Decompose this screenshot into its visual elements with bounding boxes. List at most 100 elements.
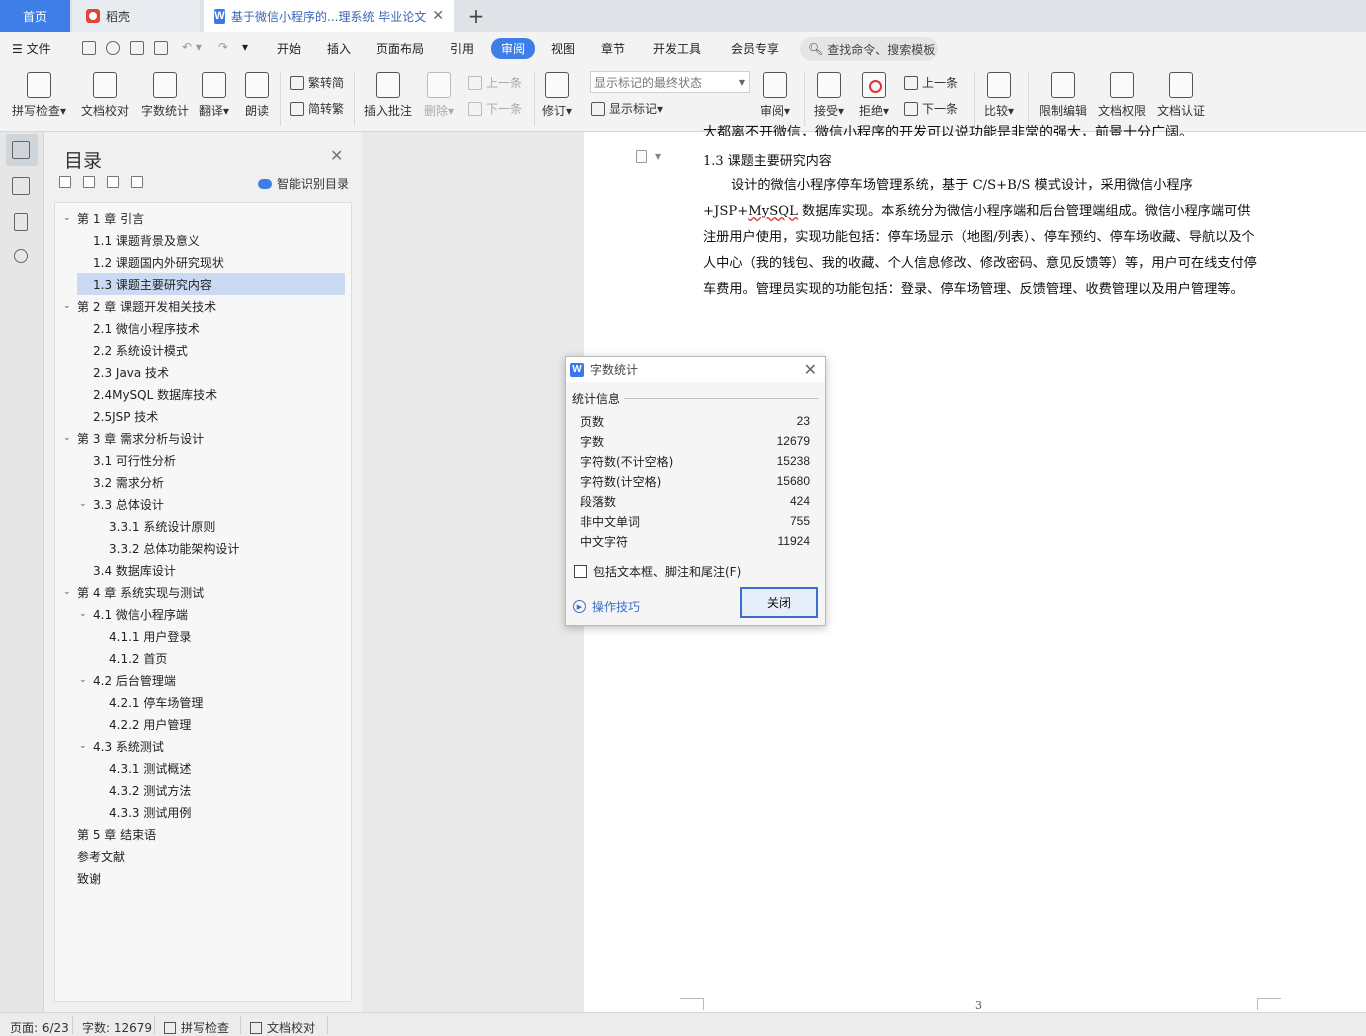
toc-item[interactable]: 致谢 (63, 867, 101, 889)
show-markup-button[interactable]: 显示标记▾ (591, 100, 663, 117)
toc-item[interactable]: 4.2.2 用户管理 (95, 713, 191, 735)
toc-item[interactable]: 4.1.1 用户登录 (95, 625, 191, 647)
next-change-button[interactable]: 下一条 (904, 100, 958, 117)
dialog-titlebar[interactable]: W 字数统计 (566, 357, 825, 382)
track-changes-button[interactable]: 修订▾ (542, 72, 572, 119)
toc-item[interactable]: 4.3.3 测试用例 (95, 801, 191, 823)
new-tab-button[interactable]: + (462, 0, 490, 32)
toc-item[interactable]: 2.2 系统设计模式 (79, 339, 188, 361)
toc-item[interactable]: 第 5 章 结束语 (63, 823, 156, 845)
toc-item[interactable]: ⌄ 第 3 章 需求分析与设计 (63, 427, 204, 449)
next-comment-button[interactable]: 下一条 (468, 100, 522, 117)
translate-button[interactable]: 翻译▾ (199, 72, 229, 119)
print-preview-icon[interactable] (154, 41, 168, 55)
doc-permission-button[interactable]: 文档权限 (1098, 72, 1146, 119)
expand-toggle-icon[interactable]: ⌄ (63, 587, 77, 597)
tab-home[interactable]: 首页 (0, 0, 70, 32)
review-pane-button[interactable]: 审阅▾ (760, 72, 790, 119)
prev-change-button[interactable]: 上一条 (904, 74, 958, 91)
toc-item[interactable]: 4.3.1 测试概述 (95, 757, 191, 779)
word-count-indicator[interactable]: 字数: 12679 (82, 1019, 152, 1036)
toc-item[interactable]: ⌄ 4.2 后台管理端 (79, 669, 176, 691)
tips-link[interactable]: ▶ 操作技巧 (573, 598, 640, 615)
markup-state-select[interactable]: 显示标记的最终状态 ▼ (590, 71, 750, 93)
toc-item[interactable]: 2.1 微信小程序技术 (79, 317, 200, 339)
compare-button[interactable]: 比较▾ (984, 72, 1014, 119)
toc-item[interactable]: ⌄ 第 2 章 课题开发相关技术 (63, 295, 216, 317)
remove-item-icon[interactable] (131, 176, 143, 188)
reject-button[interactable]: 拒绝▾ (859, 72, 889, 119)
smart-toc-button[interactable]: 智能识别目录 (258, 175, 349, 192)
expand-toggle-icon[interactable]: ⌄ (63, 213, 77, 223)
collapse-all-icon[interactable] (59, 176, 71, 188)
toc-item[interactable]: 2.3 Java 技术 (79, 361, 169, 383)
menu-references[interactable]: 引用 (450, 40, 474, 57)
paragraph-marker-dropdown-icon[interactable]: ▼ (655, 152, 661, 161)
expand-toggle-icon[interactable]: ⌄ (63, 433, 77, 443)
include-textbox-footnotes-checkbox[interactable]: 包括文本框、脚注和尾注(F) (574, 563, 741, 580)
trad-to-simp-button[interactable]: 繁转简 (290, 74, 344, 91)
expand-toggle-icon[interactable]: ⌄ (79, 675, 93, 685)
add-item-icon[interactable] (107, 176, 119, 188)
close-tab-icon[interactable]: ✕ (432, 8, 444, 24)
menu-chapter[interactable]: 章节 (601, 40, 625, 57)
undo-icon[interactable]: ↶ ▾ (182, 40, 202, 54)
expand-toggle-icon[interactable]: ⌄ (63, 301, 77, 311)
menu-view[interactable]: 视图 (551, 40, 575, 57)
toc-item[interactable]: 3.3.1 系统设计原则 (95, 515, 215, 537)
output-icon[interactable] (106, 41, 120, 55)
menu-review[interactable]: 审阅 (491, 38, 536, 59)
paragraph-marker-icon[interactable] (636, 150, 647, 163)
expand-toggle-icon[interactable]: ⌄ (79, 499, 93, 509)
file-menu[interactable]: ☰ 文件 (12, 40, 51, 57)
prev-comment-button[interactable]: 上一条 (468, 74, 522, 91)
customize-quick-access-icon[interactable]: ▾ (242, 40, 248, 54)
command-search-input[interactable]: 🔍︎ 查找命令、搜索模板 (800, 37, 938, 61)
toc-item[interactable]: 参考文献 (63, 845, 125, 867)
toc-item[interactable]: 2.5JSP 技术 (79, 405, 158, 427)
dialog-close-button[interactable]: 关闭 (740, 587, 818, 618)
menu-start[interactable]: 开始 (277, 40, 301, 57)
menu-insert[interactable]: 插入 (327, 40, 351, 57)
toc-item[interactable]: 4.3.2 测试方法 (95, 779, 191, 801)
toc-item[interactable]: 4.2.1 停车场管理 (95, 691, 203, 713)
word-count-button[interactable]: 字数统计 (141, 72, 189, 119)
chapter-nav-icon[interactable] (12, 177, 30, 195)
dialog-close-icon[interactable]: ✕ (804, 360, 817, 379)
expand-toggle-icon[interactable]: ⌄ (79, 609, 93, 619)
toc-item[interactable]: 3.2 需求分析 (79, 471, 164, 493)
toc-item[interactable]: 2.4MySQL 数据库技术 (79, 383, 217, 405)
doc-proof-button[interactable]: 文档校对 (81, 72, 129, 119)
toc-item[interactable]: ⌄ 3.3 总体设计 (79, 493, 164, 515)
expand-level-icon[interactable] (83, 176, 95, 188)
toc-item[interactable]: 3.3.2 总体功能架构设计 (95, 537, 239, 559)
status-doc-proof-button[interactable]: 文档校对 (250, 1019, 315, 1036)
tab-daoke[interactable]: 稻壳 (72, 0, 200, 32)
redo-icon[interactable]: ↷ (218, 40, 228, 54)
toc-item[interactable]: ⌄ 第 4 章 系统实现与测试 (63, 581, 204, 603)
toc-item[interactable]: 1.3 课题主要研究内容 (77, 273, 345, 295)
tab-document[interactable]: W 基于微信小程序的...理系统 毕业论文 ✕ (204, 0, 454, 32)
toc-panel-icon[interactable] (12, 141, 30, 159)
page-indicator[interactable]: 页面: 6/23 (10, 1019, 69, 1036)
read-aloud-button[interactable]: 朗读 (245, 72, 269, 119)
toc-item[interactable]: 4.1.2 首页 (95, 647, 167, 669)
print-icon[interactable] (130, 41, 144, 55)
close-icon[interactable]: ✕ (330, 146, 343, 165)
menu-member[interactable]: 会员专享 (731, 40, 779, 57)
expand-toggle-icon[interactable]: ⌄ (79, 741, 93, 751)
checkbox-box[interactable] (574, 565, 587, 578)
save-icon[interactable] (82, 41, 96, 55)
find-icon[interactable] (14, 249, 28, 263)
toc-item[interactable]: 1.1 课题背景及意义 (79, 229, 200, 251)
accept-button[interactable]: 接受▾ (814, 72, 844, 119)
menu-developer[interactable]: 开发工具 (653, 40, 701, 57)
toc-item[interactable]: 3.1 可行性分析 (79, 449, 176, 471)
insert-comment-button[interactable]: 插入批注 (364, 72, 412, 119)
doc-certify-button[interactable]: 文档认证 (1157, 72, 1205, 119)
toc-item[interactable]: 1.2 课题国内外研究现状 (79, 251, 224, 273)
delete-comment-button[interactable]: 删除▾ (424, 72, 454, 119)
menu-page-layout[interactable]: 页面布局 (376, 40, 424, 57)
simp-to-trad-button[interactable]: 简转繁 (290, 100, 344, 117)
restrict-edit-button[interactable]: 限制编辑 (1039, 72, 1087, 119)
